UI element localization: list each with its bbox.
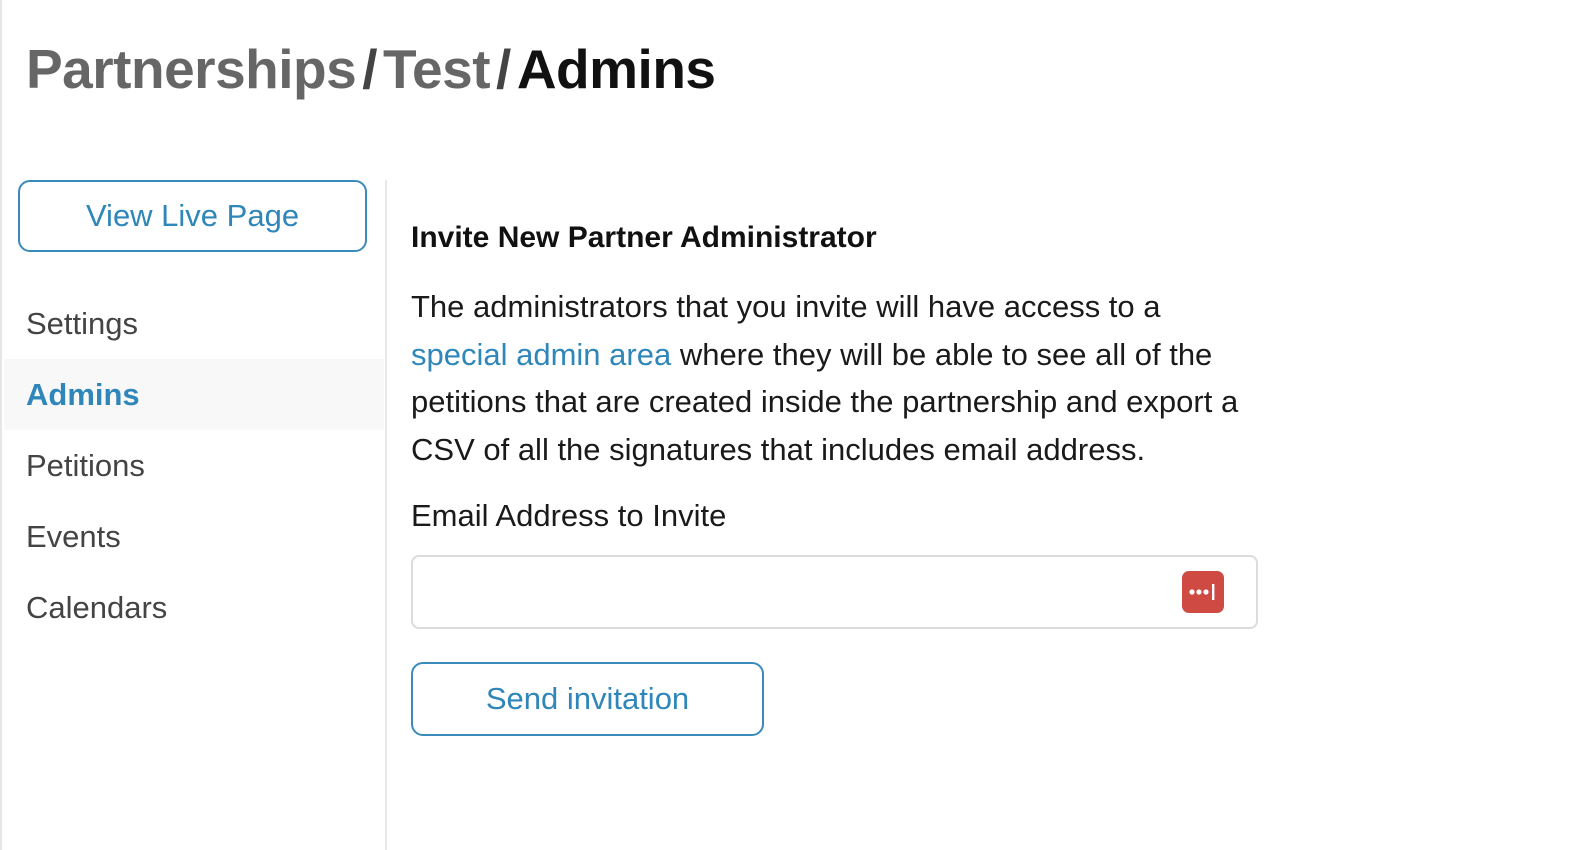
email-field-wrapper — [411, 555, 1258, 629]
email-field[interactable] — [411, 555, 1258, 629]
section-title: Invite New Partner Administrator — [411, 221, 877, 254]
sidebar-nav: Settings Admins Petitions Events Calenda… — [4, 288, 384, 643]
main-content: Invite New Partner Administrator The adm… — [411, 215, 1261, 736]
sidebar-item-calendars[interactable]: Calendars — [4, 572, 384, 643]
send-invitation-button[interactable]: Send invitation — [411, 662, 764, 736]
sidebar-item-admins[interactable]: Admins — [4, 359, 384, 430]
description: The administrators that you invite will … — [411, 283, 1261, 473]
sidebar-item-petitions[interactable]: Petitions — [4, 430, 384, 501]
sidebar: View Live Page Settings Admins Petitions… — [4, 180, 386, 850]
sidebar-divider — [385, 180, 387, 850]
breadcrumb-partnerships[interactable]: Partnerships — [26, 38, 357, 100]
password-manager-icon[interactable] — [1182, 571, 1224, 613]
breadcrumb-separator: / — [496, 38, 511, 100]
left-edge-border — [0, 0, 2, 850]
description-text-before: The administrators that you invite will … — [411, 289, 1161, 324]
breadcrumb: Partnerships / Test / Admins — [26, 36, 716, 102]
email-label: Email Address to Invite — [411, 498, 727, 533]
sidebar-item-events[interactable]: Events — [4, 501, 384, 572]
breadcrumb-current: Admins — [516, 38, 716, 100]
breadcrumb-test[interactable]: Test — [383, 38, 491, 100]
special-admin-area-link[interactable]: special admin area — [411, 337, 671, 372]
breadcrumb-separator: / — [362, 38, 378, 100]
view-live-page-button[interactable]: View Live Page — [18, 180, 367, 252]
sidebar-item-settings[interactable]: Settings — [4, 288, 384, 359]
